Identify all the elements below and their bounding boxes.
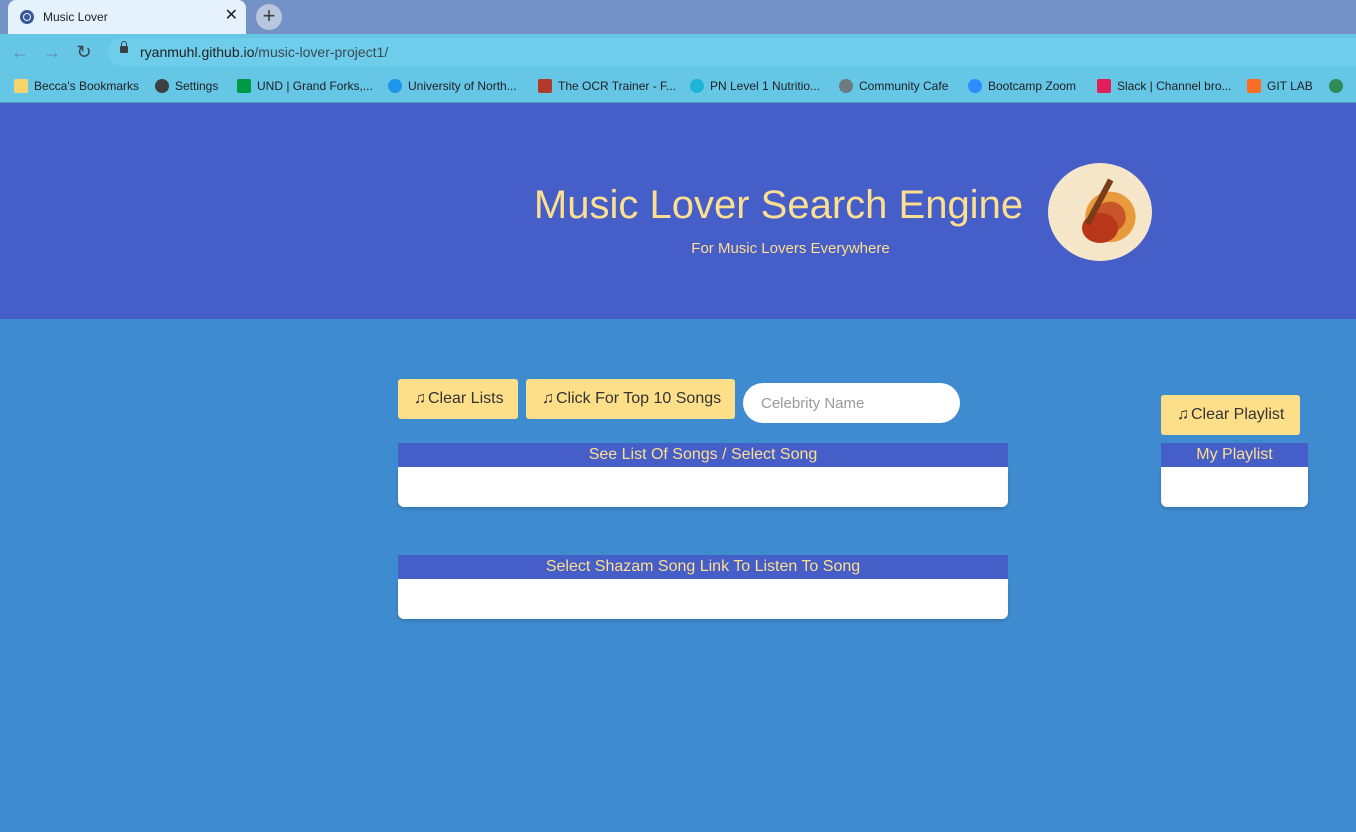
- shazam-links-list[interactable]: [398, 579, 1008, 619]
- bookmarks-bar: Becca's Bookmarks Settings UND | Grand F…: [0, 70, 1356, 103]
- bookmark-gitlab[interactable]: GIT LAB: [1247, 77, 1313, 95]
- tab-title: Music Lover: [43, 10, 108, 24]
- lock-icon: [120, 41, 128, 53]
- bookmark-community-cafe[interactable]: Community Cafe: [839, 77, 948, 95]
- tab-strip: Music Lover ✕ +: [0, 0, 1356, 34]
- bookmark-label: Becca's Bookmarks: [34, 79, 139, 93]
- playlist-list[interactable]: [1161, 467, 1308, 507]
- pn-icon: [690, 79, 704, 93]
- music-note-icon: ♫: [1177, 406, 1189, 423]
- bookmark-beccas-bookmarks[interactable]: Becca's Bookmarks: [14, 77, 139, 95]
- bookmark-label: UND | Grand Forks,...: [257, 79, 373, 93]
- back-arrow-icon[interactable]: ←: [8, 40, 32, 64]
- slack-icon: [1097, 79, 1111, 93]
- site-header: Music Lover Search Engine For Music Love…: [0, 103, 1356, 319]
- bookmark-label: GIT LAB: [1267, 79, 1313, 93]
- bookmark-label: Bootcamp Zoom: [988, 79, 1077, 93]
- bookmark-pn-level[interactable]: PN Level 1 Nutritio...: [690, 77, 820, 95]
- celebrity-name-input[interactable]: [743, 383, 960, 423]
- clear-playlist-button[interactable]: ♫ Clear Playlist: [1161, 395, 1300, 435]
- new-tab-button[interactable]: +: [256, 4, 282, 30]
- music-note-icon: ♫: [414, 390, 426, 407]
- guitar-logo: [1048, 163, 1152, 261]
- forward-arrow-icon[interactable]: →: [40, 40, 64, 64]
- bookmark-slack[interactable]: Slack | Channel bro...: [1097, 77, 1232, 95]
- page-subtitle: For Music Lovers Everywhere: [691, 240, 890, 257]
- bookmark-label: The OCR Trainer - F...: [558, 79, 677, 93]
- songs-list[interactable]: [398, 467, 1008, 507]
- globe-icon: [20, 10, 34, 24]
- bookmark-overflow[interactable]: [1329, 77, 1349, 95]
- top-10-label: Click For Top 10 Songs: [556, 390, 722, 407]
- bookmark-label: University of North...: [408, 79, 517, 93]
- bookmark-label: Slack | Channel bro...: [1117, 79, 1232, 93]
- cloud-icon: [388, 79, 402, 93]
- gitlab-icon: [1247, 79, 1261, 93]
- close-icon[interactable]: ✕: [225, 6, 238, 26]
- bookmark-bootcamp-zoom[interactable]: Bootcamp Zoom: [968, 77, 1076, 95]
- cafe-icon: [839, 79, 853, 93]
- address-bar[interactable]: ryanmuhl.github.io/music-lover-project1/: [108, 38, 1356, 66]
- top-10-songs-button[interactable]: ♫ Click For Top 10 Songs: [526, 379, 735, 419]
- gear-icon: [155, 79, 169, 93]
- bookmark-university[interactable]: University of North...: [388, 77, 517, 95]
- url-path: /music-lover-project1/: [254, 44, 389, 60]
- bookmark-label: Settings: [175, 79, 219, 93]
- bookmark-label: Community Cafe: [859, 79, 949, 93]
- bookmark-ocr-trainer[interactable]: The OCR Trainer - F...: [538, 77, 676, 95]
- shazam-links-heading: Select Shazam Song Link To Listen To Son…: [398, 555, 1008, 579]
- browser-toolbar: ← → ↻ ryanmuhl.github.io/music-lover-pro…: [0, 34, 1356, 70]
- clear-lists-button[interactable]: ♫ Clear Lists: [398, 379, 518, 419]
- ocr-icon: [538, 79, 552, 93]
- music-note-icon: ♫: [542, 390, 554, 407]
- playlist-heading: My Playlist: [1161, 443, 1308, 467]
- tab-music-lover[interactable]: Music Lover ✕: [8, 0, 246, 34]
- clear-lists-label: Clear Lists: [428, 390, 504, 407]
- zoom-icon: [968, 79, 982, 93]
- bookmark-und[interactable]: UND | Grand Forks,...: [237, 77, 373, 95]
- leaf-icon: [1329, 79, 1343, 93]
- bookmark-label: PN Level 1 Nutritio...: [710, 79, 821, 93]
- und-icon: [237, 79, 251, 93]
- songs-list-heading: See List Of Songs / Select Song: [398, 443, 1008, 467]
- clear-playlist-label: Clear Playlist: [1191, 406, 1285, 423]
- folder-icon: [14, 79, 28, 93]
- page-title: Music Lover Search Engine: [533, 183, 1024, 227]
- url-text: ryanmuhl.github.io/music-lover-project1/: [140, 44, 388, 60]
- bookmark-settings[interactable]: Settings: [155, 77, 218, 95]
- url-host: ryanmuhl.github.io: [140, 44, 255, 60]
- reload-icon[interactable]: ↻: [72, 40, 96, 64]
